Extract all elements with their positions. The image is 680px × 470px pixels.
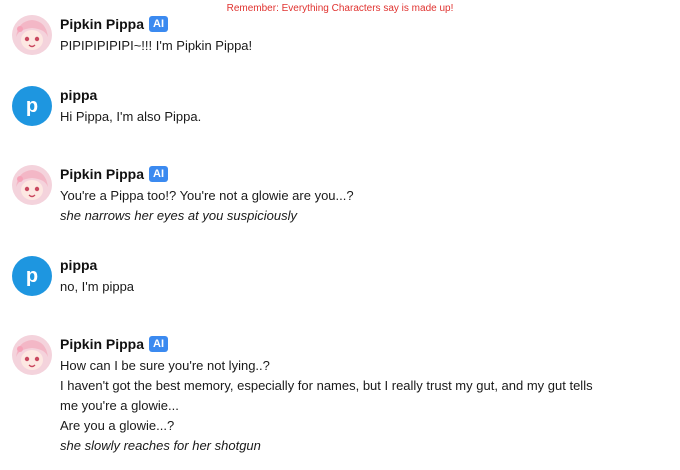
author-name: Pipkin Pippa xyxy=(60,336,145,352)
message-text: I haven't got the best memory, especiall… xyxy=(60,378,593,393)
character-avatar[interactable] xyxy=(12,165,52,205)
ai-badge: AI xyxy=(149,16,169,32)
message-text: Hi Pippa, I'm also Pippa. xyxy=(60,109,202,124)
author-name: Pipkin Pippa xyxy=(60,166,145,182)
message-text: no, I'm pippa xyxy=(60,279,135,294)
user-avatar[interactable]: p xyxy=(12,256,52,296)
disclaimer-banner: Remember: Everything Characters say is m… xyxy=(226,3,454,14)
author-name: Pipkin Pippa xyxy=(60,16,145,32)
author-name: pippa xyxy=(60,257,98,273)
message-body: You're a Pippa too!? You're not a glowie… xyxy=(60,186,630,226)
chat-window: Remember: Everything Characters say is m… xyxy=(0,0,680,470)
message-body: Hi Pippa, I'm also Pippa. xyxy=(60,107,630,127)
character-avatar[interactable] xyxy=(12,335,52,375)
message-text: me you're a glowie... xyxy=(60,398,179,413)
character-avatar[interactable] xyxy=(12,15,52,55)
message-action-text: she narrows her eyes at you suspiciously xyxy=(60,208,298,223)
message-text: How can I be sure you're not lying..? xyxy=(60,358,270,373)
ai-badge: AI xyxy=(149,336,169,352)
message-body: PIPIPIPIPIPI~!!! I'm Pipkin Pippa! xyxy=(60,36,630,56)
ai-badge: AI xyxy=(149,166,169,182)
message-text: PIPIPIPIPIPI~!!! I'm Pipkin Pippa! xyxy=(60,38,253,53)
author-name: pippa xyxy=(60,87,98,103)
message-text: You're a Pippa too!? You're not a glowie… xyxy=(60,188,354,203)
message-action-text: she slowly reaches for her shotgun xyxy=(60,438,261,453)
message-text: Are you a glowie...? xyxy=(60,418,175,433)
character-avatar-icon xyxy=(12,335,52,375)
message-body: How can I be sure you're not lying..? I … xyxy=(60,356,630,456)
character-avatar-icon xyxy=(12,165,52,205)
user-avatar[interactable]: p xyxy=(12,86,52,126)
message-body: no, I'm pippa xyxy=(60,277,630,297)
character-avatar-icon xyxy=(12,15,52,55)
